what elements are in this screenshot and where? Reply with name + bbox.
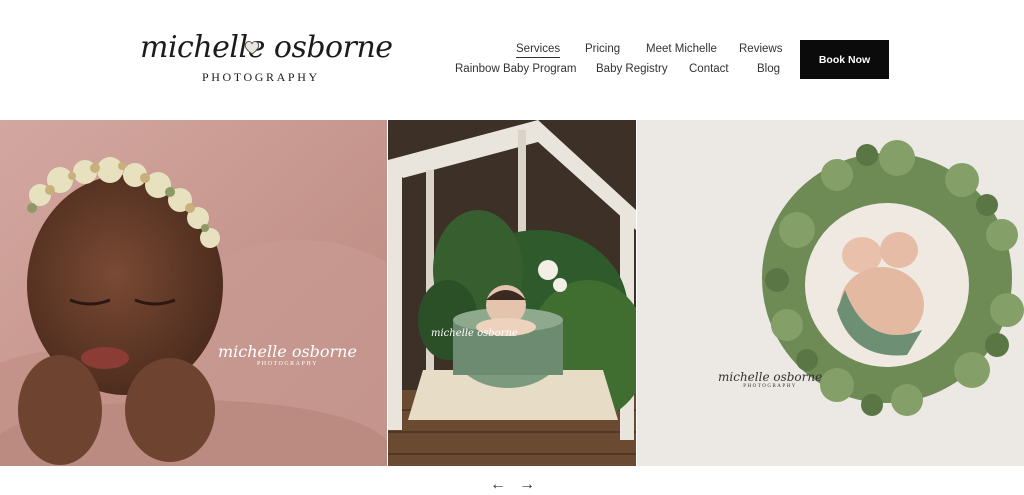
heart-icon (244, 40, 260, 55)
photo-twins-wreath-image (637, 120, 1024, 466)
photo-carousel: michelle osborne PHOTOGRAPHY michelle os… (0, 120, 1024, 466)
gallery-photo-baby-greenhouse[interactable]: michelle osborne (388, 120, 636, 466)
watermark-script: michelle osborne (218, 342, 357, 361)
photo-baby-floral-crown-image (0, 120, 387, 466)
nav-item-meet-michelle[interactable]: Meet Michelle (646, 43, 717, 55)
gallery-photo-twins-wreath[interactable]: michelle osborne PHOTOGRAPHY (637, 120, 1024, 466)
nav-item-rainbow-baby-program[interactable]: Rainbow Baby Program (455, 63, 576, 75)
nav-item-reviews[interactable]: Reviews (739, 43, 782, 55)
watermark-subtitle: PHOTOGRAPHY (256, 361, 319, 367)
photo-watermark: michelle osborne PHOTOGRAPHY (218, 342, 357, 367)
logo-subtitle: PHOTOGRAPHY (202, 70, 320, 84)
nav-item-blog[interactable]: Blog (757, 63, 780, 75)
watermark-subtitle: PHOTOGRAPHY (743, 384, 797, 389)
photo-watermark: michelle osborne (431, 328, 518, 339)
photo-baby-greenhouse-image (388, 120, 636, 466)
nav-item-contact[interactable]: Contact (689, 63, 729, 75)
watermark-script: michelle osborne (718, 370, 823, 384)
nav-item-pricing[interactable]: Pricing (585, 43, 620, 55)
nav-item-baby-registry[interactable]: Baby Registry (596, 63, 668, 75)
photo-watermark: michelle osborne PHOTOGRAPHY (718, 370, 822, 389)
logo-script-text: michelle osborne (140, 30, 393, 65)
book-now-button[interactable]: Book Now (800, 40, 889, 79)
arrow-right-icon[interactable]: → (519, 477, 535, 493)
watermark-script: michelle osborne (431, 328, 518, 339)
arrow-left-icon[interactable]: ← (490, 477, 506, 493)
gallery-photo-baby-floral-crown[interactable]: michelle osborne PHOTOGRAPHY (0, 120, 387, 466)
nav-item-services[interactable]: Services (516, 43, 561, 58)
brand-logo[interactable]: michelle osborne PHOTOGRAPHY (140, 28, 393, 88)
site-header: michelle osborne PHOTOGRAPHY Services Pr… (0, 0, 1024, 120)
